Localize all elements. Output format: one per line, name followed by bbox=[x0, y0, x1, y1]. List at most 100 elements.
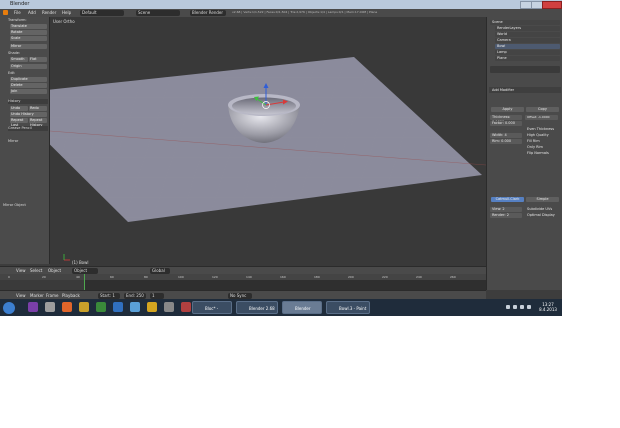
menu-view[interactable]: View bbox=[16, 268, 26, 273]
chrome-icon[interactable] bbox=[147, 302, 157, 312]
apply-button[interactable]: Apply bbox=[491, 107, 524, 112]
volume-icon[interactable] bbox=[527, 305, 531, 309]
outliner-item-scene[interactable]: Scene bbox=[490, 20, 560, 25]
close-button[interactable] bbox=[542, 1, 562, 9]
catmull-clark-button[interactable]: Catmull-Clark bbox=[491, 197, 524, 202]
3d-viewport[interactable]: User Ortho (1) Bowl bbox=[50, 17, 486, 266]
scene-canvas[interactable] bbox=[50, 17, 486, 266]
timeline[interactable]: 0 20 40 60 80 100 120 140 160 180 200 220 240 260 bbox=[0, 274, 486, 290]
outliner-item-bowl[interactable]: Bowl bbox=[495, 44, 560, 49]
outliner-item-world[interactable]: World bbox=[495, 32, 560, 37]
rim-field[interactable]: Rim: 0.000 bbox=[490, 139, 522, 144]
menu-object[interactable]: Object bbox=[48, 268, 61, 273]
grease-pencil-header[interactable]: Grease Pencil bbox=[8, 126, 48, 131]
subdivide-uvs-checkbox[interactable]: Subdivide UVs bbox=[525, 207, 558, 212]
undo-history-button[interactable]: Undo History bbox=[10, 112, 47, 117]
origin-button[interactable]: Origin bbox=[10, 64, 47, 69]
timeline-header: View Marker Frame Playback Start: 1 End:… bbox=[0, 290, 486, 299]
windows-taskbar: Bloc* - Untitled... Blender 2.68 ... Ble… bbox=[0, 299, 562, 324]
operator-header[interactable]: Mirror bbox=[8, 139, 48, 144]
viewport-header: View Select Object Object Mode Global bbox=[0, 266, 486, 279]
tl-menu-playback[interactable]: Playback bbox=[62, 293, 80, 298]
rotate-button[interactable]: Rotate bbox=[10, 30, 47, 35]
tray-icon-2[interactable] bbox=[513, 305, 517, 309]
edit-header: Edit bbox=[8, 71, 15, 75]
outliner-item-plane[interactable]: Plane bbox=[495, 56, 560, 61]
menu-render[interactable]: Render bbox=[42, 10, 56, 15]
translate-button[interactable]: Translate bbox=[10, 24, 47, 29]
simple-button[interactable]: Simple bbox=[526, 197, 559, 202]
folder-icon[interactable] bbox=[79, 302, 89, 312]
blender-logo-icon[interactable] bbox=[3, 10, 8, 15]
properties-panel: Scene RenderLayers World Camera Bowl Lam… bbox=[486, 17, 562, 290]
delete-button[interactable]: Delete bbox=[10, 83, 47, 88]
outliner-item-lamp[interactable]: Lamp bbox=[495, 50, 560, 55]
app-icon-4[interactable] bbox=[113, 302, 123, 312]
repeat-last-button[interactable]: Repeat Last bbox=[10, 118, 28, 127]
repeat-history-button[interactable]: Repeat History bbox=[29, 118, 47, 127]
smooth-button[interactable]: Smooth bbox=[10, 57, 28, 62]
offset-field[interactable]: Offset: -1.0000 bbox=[525, 115, 558, 120]
system-clock[interactable]: 13:27 8.4.2013 bbox=[538, 302, 558, 312]
width-field[interactable]: Width: 4 bbox=[490, 133, 522, 138]
timeline-range bbox=[85, 280, 486, 290]
app-icon-5[interactable] bbox=[130, 302, 140, 312]
shade-label: Shade: bbox=[8, 51, 21, 55]
task-bloc[interactable]: Bloc* - Untitled... bbox=[192, 301, 232, 324]
current-frame-cursor[interactable] bbox=[84, 274, 85, 290]
task-blender-doc[interactable]: Blender 2.68 ... bbox=[236, 301, 278, 324]
subdiv-view-field[interactable]: View: 2 bbox=[490, 207, 522, 212]
app-icon-7[interactable] bbox=[181, 302, 191, 312]
render-engine-select[interactable]: Blender Render bbox=[190, 10, 226, 16]
subdiv-render-field[interactable]: Render: 2 bbox=[490, 213, 522, 218]
factor-field[interactable]: Factor: 0.000 bbox=[490, 121, 522, 126]
task-paint[interactable]: Bowl.3 - Paint bbox=[326, 301, 370, 314]
tray-icon-1[interactable] bbox=[506, 305, 510, 309]
network-icon[interactable] bbox=[520, 305, 524, 309]
app-icon-2[interactable] bbox=[45, 302, 55, 312]
viewport-label: User Ortho bbox=[53, 19, 75, 24]
app-icon-3[interactable] bbox=[96, 302, 106, 312]
add-modifier-header[interactable]: Add Modifier bbox=[489, 87, 561, 93]
timeline-tick-label: 120 bbox=[212, 275, 218, 279]
timeline-tick-label: 180 bbox=[314, 275, 320, 279]
properties-tab-bar[interactable] bbox=[490, 66, 560, 73]
fill-rim-checkbox[interactable]: Fill Rim bbox=[525, 139, 558, 144]
duplicate-button[interactable]: Duplicate bbox=[10, 77, 47, 82]
menu-add[interactable]: Add bbox=[28, 10, 36, 15]
tl-menu-frame[interactable]: Frame bbox=[46, 293, 58, 298]
timeline-tick-label: 160 bbox=[280, 275, 286, 279]
optimal-display-checkbox[interactable]: Optimal Display bbox=[525, 213, 558, 218]
scene-select[interactable]: Scene bbox=[136, 10, 180, 16]
app-icon-6[interactable] bbox=[164, 302, 174, 312]
even-thickness-checkbox[interactable]: Even Thickness bbox=[525, 127, 558, 132]
timeline-tick-label: 80 bbox=[144, 275, 148, 279]
tl-menu-view[interactable]: View bbox=[16, 293, 26, 298]
app-icon-1[interactable] bbox=[28, 302, 38, 312]
flip-normals-checkbox[interactable]: Flip Normals bbox=[525, 151, 558, 156]
mirror-button[interactable]: Mirror bbox=[10, 44, 47, 49]
firefox-icon[interactable] bbox=[62, 302, 72, 312]
flat-button[interactable]: Flat bbox=[29, 57, 47, 62]
scale-button[interactable]: Scale bbox=[10, 36, 47, 41]
last-operator-label[interactable]: Mirror Object bbox=[3, 203, 43, 208]
start-button-icon[interactable] bbox=[3, 302, 15, 314]
history-header[interactable]: History bbox=[8, 99, 48, 104]
thickness-field[interactable]: Thickness: 0.1000 bbox=[490, 115, 522, 124]
outliner-item-renderlayers[interactable]: RenderLayers bbox=[495, 26, 560, 31]
copy-button[interactable]: Copy bbox=[526, 107, 559, 112]
layout-select[interactable]: Default bbox=[80, 10, 124, 16]
redo-button[interactable]: Redo bbox=[29, 106, 47, 111]
menu-select[interactable]: Select bbox=[30, 268, 42, 273]
menu-file[interactable]: File bbox=[14, 10, 21, 15]
only-rim-checkbox[interactable]: Only Rim bbox=[525, 145, 558, 150]
title-bar: Blender bbox=[0, 0, 562, 9]
menu-help[interactable]: Help bbox=[62, 10, 71, 15]
join-button[interactable]: Join bbox=[10, 89, 47, 94]
scene-stats: v2.68 | Verts:1/1,522 | Faces:0/1,504 | … bbox=[232, 10, 378, 14]
high-quality-checkbox[interactable]: High Quality bbox=[525, 133, 558, 138]
undo-button[interactable]: Undo bbox=[10, 106, 28, 111]
tl-menu-marker[interactable]: Marker bbox=[30, 293, 44, 298]
task-blender[interactable]: Blender bbox=[282, 301, 322, 314]
outliner-item-camera[interactable]: Camera bbox=[495, 38, 560, 43]
